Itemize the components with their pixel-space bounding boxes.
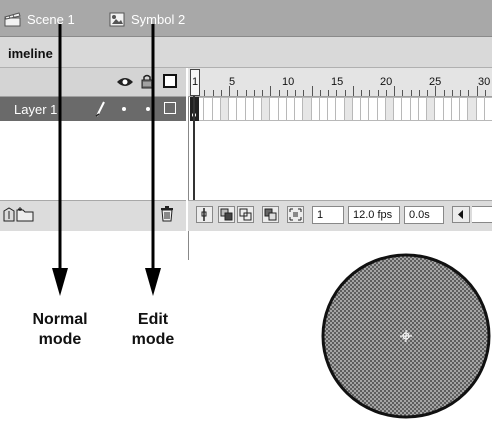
edit-mode-line-1: Edit: [137, 311, 169, 328]
edit-mode-line-2: mode: [131, 331, 175, 348]
normal-mode-line-1: Normal: [32, 311, 88, 328]
edit-mode-caption: Edit mode: [113, 310, 193, 350]
normal-mode-caption: Normal mode: [20, 310, 100, 350]
symbol-circle[interactable]: [318, 250, 492, 421]
normal-mode-line-2: mode: [38, 331, 82, 348]
normal-mode-arrow-head: [52, 268, 68, 296]
edit-mode-arrow-head: [145, 268, 161, 296]
